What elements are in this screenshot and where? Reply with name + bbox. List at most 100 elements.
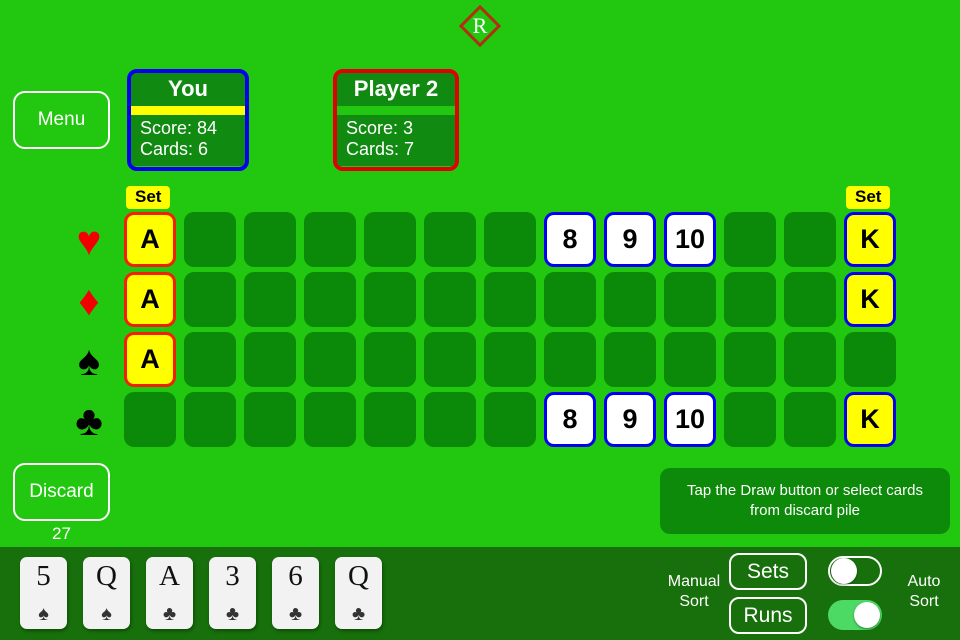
meld-slot-empty[interactable] bbox=[304, 332, 356, 387]
meld-card-heart-K[interactable]: K bbox=[844, 212, 896, 267]
meld-card-diamond-K[interactable]: K bbox=[844, 272, 896, 327]
auto-sort-label-line2: Sort bbox=[909, 593, 939, 610]
player-score: Score: 3 bbox=[346, 118, 414, 138]
sets-button[interactable]: Sets bbox=[729, 553, 807, 590]
hand-card-suit-icon: ♣ bbox=[225, 603, 240, 625]
player-cards: Cards: 6 bbox=[140, 139, 209, 159]
runs-auto-sort-toggle[interactable] bbox=[828, 600, 882, 630]
app-logo: R bbox=[456, 2, 504, 50]
meld-slot-empty[interactable] bbox=[244, 272, 296, 327]
player-name: You bbox=[131, 73, 245, 106]
meld-slot-empty[interactable] bbox=[364, 332, 416, 387]
hand-card-suit-icon: ♣ bbox=[351, 603, 366, 625]
hand-card-suit-icon: ♣ bbox=[162, 603, 177, 625]
meld-card-heart-9[interactable]: 9 bbox=[604, 212, 656, 267]
hand-card-rank: 5 bbox=[36, 560, 51, 592]
meld-slot-empty[interactable] bbox=[304, 392, 356, 447]
meld-slot-empty[interactable] bbox=[184, 332, 236, 387]
meld-slot-empty[interactable] bbox=[724, 272, 776, 327]
meld-card-heart-8[interactable]: 8 bbox=[544, 212, 596, 267]
meld-slot-empty[interactable] bbox=[784, 272, 836, 327]
turn-indicator-bar bbox=[131, 106, 245, 115]
hand-card[interactable]: Q ♣ bbox=[335, 557, 382, 629]
heart-suit-icon: ♥ bbox=[76, 217, 102, 264]
meld-card-heart-A[interactable]: A bbox=[124, 212, 176, 267]
meld-card-heart-10[interactable]: 10 bbox=[664, 212, 716, 267]
meld-slot-empty[interactable] bbox=[844, 332, 896, 387]
hand-card[interactable]: Q ♠ bbox=[83, 557, 130, 629]
set-badge: Set bbox=[846, 186, 891, 209]
player-hand: 5 ♠ Q ♠ A ♣ 3 ♣ 6 ♣ Q ♣ bbox=[20, 557, 382, 629]
meld-card-club-K[interactable]: K bbox=[844, 392, 896, 447]
club-suit-icon: ♣ bbox=[75, 397, 103, 444]
meld-slot-empty[interactable] bbox=[184, 212, 236, 267]
sets-auto-sort-toggle[interactable] bbox=[828, 556, 882, 586]
meld-slot-empty[interactable] bbox=[424, 332, 476, 387]
meld-slot-empty[interactable] bbox=[604, 272, 656, 327]
meld-slot-empty[interactable] bbox=[124, 392, 176, 447]
meld-card-spade-A[interactable]: A bbox=[124, 332, 176, 387]
hand-card-rank: 6 bbox=[288, 560, 303, 592]
meld-slot-empty[interactable] bbox=[484, 392, 536, 447]
hand-card-suit-icon: ♠ bbox=[38, 603, 49, 625]
hand-card[interactable]: 5 ♠ bbox=[20, 557, 67, 629]
meld-slot-empty[interactable] bbox=[784, 332, 836, 387]
meld-slot-empty[interactable] bbox=[364, 272, 416, 327]
meld-slot-empty[interactable] bbox=[244, 332, 296, 387]
hand-card[interactable]: 6 ♣ bbox=[272, 557, 319, 629]
hand-card-rank: 3 bbox=[225, 560, 240, 592]
meld-slot-empty[interactable] bbox=[304, 212, 356, 267]
meld-slot-empty[interactable] bbox=[784, 212, 836, 267]
meld-slot-empty[interactable] bbox=[604, 332, 656, 387]
meld-slot-empty[interactable] bbox=[364, 392, 416, 447]
meld-slot-empty[interactable] bbox=[544, 332, 596, 387]
meld-slot-empty[interactable] bbox=[484, 212, 536, 267]
runs-button[interactable]: Runs bbox=[729, 597, 807, 634]
toggle-knob bbox=[854, 602, 880, 628]
meld-slot-empty[interactable] bbox=[244, 212, 296, 267]
bottom-bar: 5 ♠ Q ♠ A ♣ 3 ♣ 6 ♣ Q ♣ Manual Sort Sets Runs Auto … bbox=[0, 547, 960, 640]
meld-slot-empty[interactable] bbox=[724, 392, 776, 447]
menu-button[interactable]: Menu bbox=[13, 91, 110, 149]
meld-slot-empty[interactable] bbox=[784, 392, 836, 447]
meld-slot-empty[interactable] bbox=[184, 272, 236, 327]
toggle-knob bbox=[831, 558, 857, 584]
meld-slot-empty[interactable] bbox=[664, 272, 716, 327]
meld-slot-empty[interactable] bbox=[484, 272, 536, 327]
meld-slot-empty[interactable] bbox=[724, 212, 776, 267]
player-stats: Score: 84 Cards: 6 bbox=[131, 115, 245, 166]
meld-slot-empty[interactable] bbox=[484, 332, 536, 387]
hand-card-suit-icon: ♣ bbox=[288, 603, 303, 625]
meld-slot-empty[interactable] bbox=[724, 332, 776, 387]
hand-card[interactable]: A ♣ bbox=[146, 557, 193, 629]
meld-card-club-10[interactable]: 10 bbox=[664, 392, 716, 447]
player-panel-player-2: Player 2 Score: 3 Cards: 7 bbox=[333, 69, 459, 171]
auto-sort-label: Auto Sort bbox=[893, 572, 955, 612]
meld-card-diamond-A[interactable]: A bbox=[124, 272, 176, 327]
meld-slot-empty[interactable] bbox=[304, 272, 356, 327]
meld-slot-empty[interactable] bbox=[424, 212, 476, 267]
meld-slot-empty[interactable] bbox=[364, 212, 416, 267]
set-badge: Set bbox=[126, 186, 171, 209]
meld-slot-empty[interactable] bbox=[184, 392, 236, 447]
meld-card-club-9[interactable]: 9 bbox=[604, 392, 656, 447]
manual-sort-label: Manual Sort bbox=[655, 572, 733, 612]
player-score: Score: 84 bbox=[140, 118, 218, 138]
meld-slot-empty[interactable] bbox=[424, 392, 476, 447]
meld-card-club-8[interactable]: 8 bbox=[544, 392, 596, 447]
meld-slot-empty[interactable] bbox=[244, 392, 296, 447]
spade-suit-icon: ♠ bbox=[77, 337, 101, 384]
meld-slot-empty[interactable] bbox=[424, 272, 476, 327]
player-panel-you: You Score: 84 Cards: 6 bbox=[127, 69, 249, 171]
discard-button[interactable]: Discard bbox=[13, 463, 110, 521]
discard-count: 27 bbox=[52, 524, 71, 543]
meld-slot-empty[interactable] bbox=[664, 332, 716, 387]
meld-slot-empty[interactable] bbox=[544, 272, 596, 327]
player-name: Player 2 bbox=[337, 73, 455, 106]
hand-card-rank: Q bbox=[96, 560, 117, 592]
auto-sort-label-line1: Auto bbox=[907, 573, 941, 590]
hand-card-suit-icon: ♠ bbox=[101, 603, 112, 625]
hand-card[interactable]: 3 ♣ bbox=[209, 557, 256, 629]
player-stats: Score: 3 Cards: 7 bbox=[337, 115, 455, 166]
manual-sort-label-line1: Manual bbox=[667, 573, 721, 590]
